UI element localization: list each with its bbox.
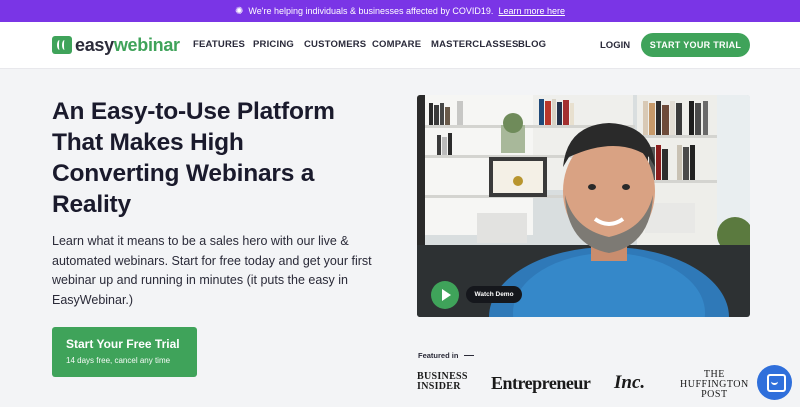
free-trial-button[interactable]: Start Your Free Trial 14 days free, canc…: [52, 327, 197, 377]
featured-in-label: Featured in: [418, 351, 475, 360]
chat-icon[interactable]: [757, 365, 792, 400]
hero-headline: An Easy-to-Use Platform That Makes High …: [52, 98, 335, 218]
entrepreneur-logo: Entrepreneur: [491, 373, 591, 393]
nav-item-customers[interactable]: CUSTOMERS: [304, 39, 366, 50]
free-trial-subtitle: 14 days free, cancel any time: [66, 356, 171, 365]
play-icon[interactable]: [431, 281, 459, 309]
logo-icon: [52, 36, 72, 54]
nav-item-masterclasses[interactable]: MASTERCLASSES: [431, 39, 519, 50]
logo-text: easywebinar: [75, 34, 180, 55]
business-insider-logo: BUSINESS INSIDER: [417, 371, 468, 392]
banner-text: We're helping individuals & businesses a…: [248, 6, 494, 16]
login-link[interactable]: LOGIN: [600, 40, 630, 51]
free-trial-title: Start Your Free Trial: [66, 337, 180, 351]
start-trial-button[interactable]: START YOUR TRIAL: [641, 33, 750, 57]
hero-subtext: Learn what it means to be a sales hero w…: [52, 234, 372, 307]
featured-divider: [464, 355, 475, 356]
demo-video[interactable]: [417, 95, 750, 317]
covid-banner: ✺ We're helping individuals & businesses…: [0, 0, 800, 22]
video-thumbnail: [417, 95, 750, 317]
easywebinar-logo[interactable]: easywebinar: [52, 35, 180, 55]
huffington-post-logo: THE HUFFINGTON POST: [680, 369, 749, 400]
watch-demo-button[interactable]: Watch Demo: [466, 286, 522, 303]
nav-item-blog[interactable]: BLOG: [518, 39, 546, 50]
nav-item-compare[interactable]: COMPARE: [372, 39, 421, 50]
top-navigation: easywebinar FEATURES PRICING CUSTOMERS C…: [0, 22, 800, 69]
banner-learn-more-link[interactable]: Learn more here: [498, 6, 565, 16]
nav-item-pricing[interactable]: PRICING: [253, 39, 294, 50]
inc-logo: Inc.: [614, 372, 646, 393]
virus-icon: ✺: [235, 5, 244, 17]
nav-item-features[interactable]: FEATURES: [193, 39, 245, 50]
